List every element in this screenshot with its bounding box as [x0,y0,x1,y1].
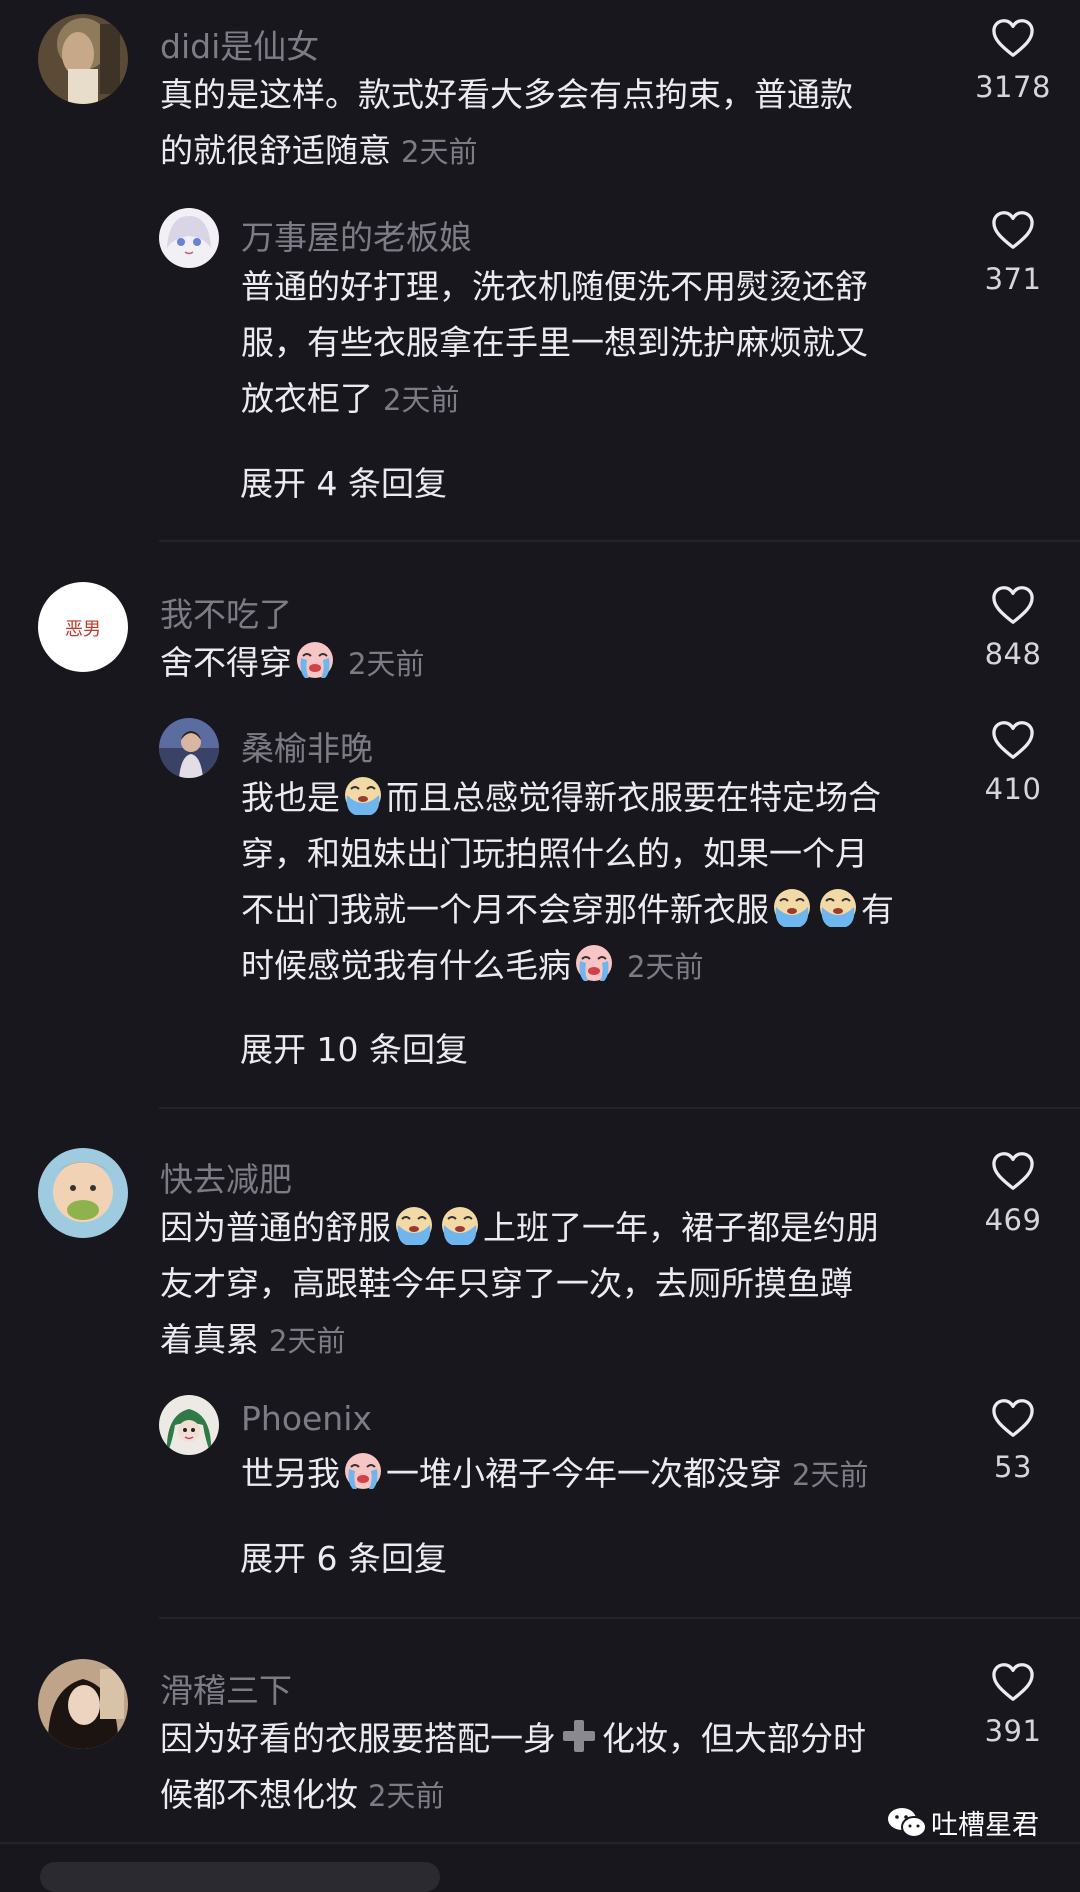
avatar[interactable] [38,1659,128,1749]
avatar[interactable] [159,208,219,268]
comment-line: 放衣柜了 [241,379,373,418]
heart-icon [992,19,1034,57]
avatar[interactable] [38,1148,128,1238]
comment-line: 世另我 [241,1454,340,1493]
comment-input-bar[interactable] [40,1862,440,1892]
expand-replies-button[interactable]: 展开 4 条回复 [240,457,447,505]
heart-icon [992,1152,1034,1190]
divider [159,1617,1080,1619]
comment-line: 因为好看的衣服要搭配一身 [160,1719,556,1758]
comment-line: 不出门我就一个月不会穿那件新衣服 [241,890,769,929]
avatar[interactable]: 恶男 [38,582,128,672]
like-button[interactable]: 391 [943,1662,1080,1748]
like-count: 3178 [975,70,1051,104]
username[interactable]: Phoenix [241,1399,372,1438]
like-button[interactable]: 469 [943,1151,1080,1237]
timestamp: 2天前 [383,383,460,417]
expand-replies-button[interactable]: 展开 10 条回复 [240,1023,468,1071]
username[interactable]: 我不吃了 [160,588,292,636]
like-button[interactable]: 410 [943,720,1080,806]
divider [159,1107,1080,1109]
comment-line: 有 [861,890,894,929]
comment-line: 我也是 [241,778,340,817]
avatar[interactable] [38,14,128,104]
comment-line: 普通的好打理，洗衣机随便洗不用熨烫还舒 [241,267,868,306]
username[interactable]: 滑稽三下 [160,1664,292,1712]
heart-icon [992,211,1034,249]
comment-text: 普通的好打理，洗衣机随便洗不用熨烫还舒 服，有些衣服拿在手里一想到洗护麻烦就又 … [241,259,868,428]
comment-line: 上班了一年，裙子都是约朋 [483,1208,879,1247]
comment-text: 因为普通的舒服 上班了一年，裙子都是约朋 友才穿，高跟鞋今年只穿了一次，去厕所摸鱼… [160,1200,879,1369]
watermark-label: 吐槽星君 [931,1810,1039,1841]
avatar[interactable] [159,718,219,778]
comment-line: 一堆小裙子今年一次都没穿 [386,1454,782,1493]
timestamp: 2天前 [627,950,704,984]
crying-emoji-icon [774,889,810,927]
timestamp: 2天前 [368,1779,445,1813]
heart-icon [992,586,1034,624]
comment-line: 着真累 [160,1320,259,1359]
wechat-icon [888,1808,927,1838]
username[interactable]: didi是仙女 [160,20,319,68]
crying-emoji-icon [820,889,856,927]
comment-line: 真的是这样。款式好看大多会有点拘束，普通款 [160,75,853,114]
like-button[interactable]: 848 [943,585,1080,671]
comment-line: 因为普通的舒服 [160,1208,391,1247]
comment-text: 因为好看的衣服要搭配一身 化妆，但大部分时 候都不想化妆 2天前 [160,1711,866,1824]
comment-text: 舍不得穿 2天前 [160,635,424,692]
divider [159,540,1080,542]
comment-line: 友才穿，高跟鞋今年只穿了一次，去厕所摸鱼蹲 [160,1264,853,1303]
timestamp: 2天前 [348,647,425,681]
username[interactable]: 桑榆非晚 [241,722,373,770]
like-count: 53 [994,1450,1032,1484]
comment-text: 真的是这样。款式好看大多会有点拘束，普通款 的就很舒适随意 2天前 [160,67,853,180]
comment-line: 舍不得穿 [160,643,292,682]
comment-text: 我也是 而且总感觉得新衣服要在特定场合 穿，和姐妹出门玩拍照什么的，如果一个月 不… [241,770,894,995]
timestamp: 2天前 [792,1458,869,1492]
heart-icon [992,1399,1034,1437]
avatar-text: 恶男 [65,619,101,640]
username[interactable]: 快去减肥 [160,1153,292,1201]
crying-emoji-icon [576,945,612,981]
crying-emoji-icon [442,1207,478,1245]
comment-list-page: didi是仙女 真的是这样。款式好看大多会有点拘束，普通款 的就很舒适随意 2天前… [0,0,1080,1892]
comment-line: 而且总感觉得新衣服要在特定场合 [386,778,881,817]
crying-emoji-icon [345,777,381,815]
comment-text: 世另我 一堆小裙子今年一次都没穿 2天前 [241,1446,868,1503]
comment-line: 候都不想化妆 [160,1775,358,1814]
like-button[interactable]: 371 [943,210,1080,296]
divider [0,1842,1080,1844]
like-count: 371 [984,262,1042,296]
comment-line: 穿，和姐妹出门玩拍照什么的，如果一个月 [241,834,868,873]
like-button[interactable]: 53 [943,1398,1080,1484]
like-count: 410 [984,772,1042,806]
like-count: 469 [984,1203,1042,1237]
expand-replies-button[interactable]: 展开 6 条回复 [240,1532,447,1580]
heart-icon [992,721,1034,759]
timestamp: 2天前 [401,135,478,169]
comment-line: 时候感觉我有什么毛病 [241,946,571,985]
plus-emoji-icon [563,1720,595,1752]
crying-emoji-icon [345,1453,381,1489]
username[interactable]: 万事屋的老板娘 [241,211,472,259]
crying-emoji-icon [297,642,333,678]
comment-line: 化妆，但大部分时 [602,1719,866,1758]
crying-emoji-icon [396,1207,432,1245]
comment-line: 服，有些衣服拿在手里一想到洗护麻烦就又 [241,323,868,362]
like-count: 848 [984,637,1042,671]
timestamp: 2天前 [269,1324,346,1358]
avatar[interactable] [159,1395,219,1455]
heart-icon [992,1663,1034,1701]
comment-line: 的就很舒适随意 [160,131,391,170]
like-button[interactable]: 3178 [943,18,1080,104]
watermark: 吐槽星君 [887,1803,1039,1842]
like-count: 391 [984,1714,1042,1748]
